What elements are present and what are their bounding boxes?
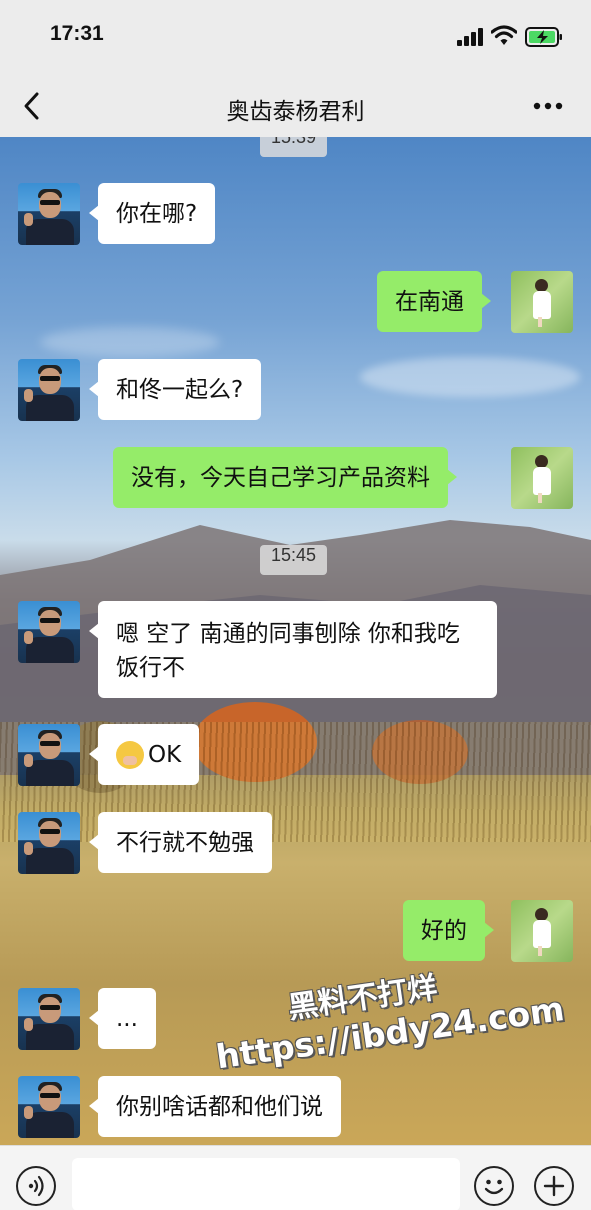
message-bubble[interactable]: ... xyxy=(89,988,156,1049)
avatar[interactable] xyxy=(18,601,80,663)
message-bubble[interactable]: OK xyxy=(88,724,200,785)
more-icon[interactable] xyxy=(533,102,563,110)
message-bubble[interactable]: 和佟一起么? xyxy=(88,359,262,420)
input-bar xyxy=(0,1145,591,1210)
plus-button[interactable] xyxy=(534,1166,574,1206)
message-bubble[interactable]: 好的 xyxy=(403,900,494,961)
chat-header: 奥齿泰杨君利 xyxy=(0,76,591,137)
background-grass xyxy=(0,722,591,842)
status-time: 17:31 xyxy=(50,22,104,45)
avatar[interactable] xyxy=(18,183,80,245)
message-bubble[interactable]: 不行就不勉强 xyxy=(89,812,272,873)
avatar[interactable] xyxy=(511,271,573,333)
battery-charging-icon xyxy=(525,27,562,47)
plus-icon xyxy=(543,1175,565,1197)
avatar[interactable] xyxy=(18,724,80,786)
wifi-icon xyxy=(491,25,517,45)
message-text: 好的 xyxy=(421,917,467,944)
message-bubble[interactable]: 你在哪? xyxy=(88,183,216,244)
emoji-icon xyxy=(484,1179,504,1195)
chat-title: 奥齿泰杨君利 xyxy=(226,99,365,125)
message-text: 在南通 xyxy=(395,288,464,315)
timestamp: 15:39 xyxy=(260,137,328,157)
shush-emoji-icon xyxy=(116,740,144,769)
timestamp: 15:45 xyxy=(260,545,328,575)
emoji-button[interactable] xyxy=(474,1166,514,1206)
avatar[interactable] xyxy=(18,812,80,874)
avatar[interactable] xyxy=(18,1076,80,1138)
message-text: ... xyxy=(116,1005,138,1032)
message-input[interactable] xyxy=(72,1158,460,1210)
avatar[interactable] xyxy=(511,447,573,509)
status-bar: 17:31 xyxy=(0,0,591,76)
message-text: 没有，今天自己学习产品资料 xyxy=(131,464,430,491)
message-bubble[interactable]: 在南通 xyxy=(377,271,491,332)
message-text: 不行就不勉强 xyxy=(116,829,254,856)
signal-icon xyxy=(457,28,485,46)
voice-icon xyxy=(28,1175,44,1197)
message-text: 你在哪? xyxy=(116,200,198,227)
message-text: OK xyxy=(148,741,182,768)
avatar[interactable] xyxy=(18,988,80,1050)
avatar[interactable] xyxy=(18,359,80,421)
message-text: 嗯 空了 南通的同事刨除 你和我吃饭行不 xyxy=(116,620,460,681)
background-cloud xyxy=(40,327,220,357)
message-text: 和佟一起么? xyxy=(116,376,244,403)
message-bubble[interactable]: 嗯 空了 南通的同事刨除 你和我吃饭行不 xyxy=(89,601,497,698)
message-bubble[interactable]: 没有，今天自己学习产品资料 xyxy=(113,447,457,508)
background-cloud xyxy=(360,357,580,397)
voice-button[interactable] xyxy=(16,1166,56,1206)
